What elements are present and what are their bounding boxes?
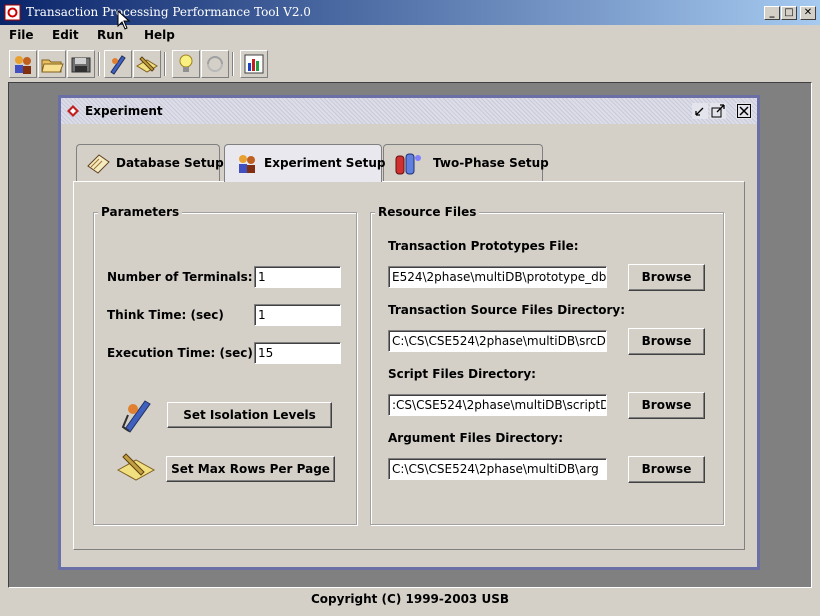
people-icon[interactable]	[9, 50, 37, 78]
experiment-frame-titlebar[interactable]	[61, 98, 757, 124]
open-folder-icon[interactable]	[38, 50, 66, 78]
browse-source-button[interactable]: Browse	[628, 328, 705, 355]
rows-pencil-icon[interactable]	[133, 50, 161, 78]
disabled-cycle-icon[interactable]	[201, 50, 229, 78]
close-button[interactable]: ✕	[800, 6, 816, 20]
menu-file[interactable]: File	[9, 28, 34, 42]
think-time-field[interactable]: 1	[254, 304, 341, 326]
script-dir-label: Script Files Directory:	[388, 367, 536, 381]
save-disk-icon[interactable]	[67, 50, 95, 78]
script-dir-field[interactable]: :CS\CSE524\2phase\multiDB\scriptDb2	[388, 394, 607, 416]
tab-experiment-setup-label: Experiment Setup	[264, 156, 386, 170]
toolbar-separator	[232, 52, 234, 76]
toolbar-separator	[98, 52, 100, 76]
menu-help[interactable]: Help	[144, 28, 175, 42]
window-title: Transaction Processing Performance Tool …	[26, 5, 311, 19]
browse-prototypes-button[interactable]: Browse	[628, 264, 705, 291]
prototypes-label: Transaction Prototypes File:	[388, 239, 579, 253]
experiment-people-icon	[233, 150, 259, 179]
tab-two-phase-setup[interactable]: Two-Phase Setup	[383, 144, 549, 181]
menu-edit[interactable]: Edit	[52, 28, 79, 42]
execution-time-field[interactable]: 15	[254, 342, 341, 364]
parameters-group-title: Parameters	[98, 205, 183, 219]
set-max-rows-button[interactable]: Set Max Rows Per Page	[166, 456, 335, 482]
experiment-frame-title: Experiment	[85, 104, 163, 118]
prototypes-field[interactable]: E524\2phase\multiDB\prototype_db2.txt	[388, 266, 607, 288]
tab-experiment-setup[interactable]: Experiment Setup	[224, 144, 386, 182]
two-phase-icon	[394, 150, 424, 181]
frame-diamond-icon	[67, 105, 79, 120]
isolation-pen-icon[interactable]	[104, 50, 132, 78]
tab-database-setup-label: Database Setup	[116, 156, 224, 170]
argument-dir-label: Argument Files Directory:	[388, 431, 564, 445]
menu-run[interactable]: Run	[97, 28, 123, 42]
browse-argument-button[interactable]: Browse	[628, 456, 705, 483]
source-dir-field[interactable]: C:\CS\CSE524\2phase\multiDB\srcDb2	[388, 330, 607, 352]
lightbulb-icon[interactable]	[172, 50, 200, 78]
maximize-button[interactable]: □	[781, 6, 797, 20]
status-bar-copyright: Copyright (C) 1999-2003 USB	[311, 592, 509, 606]
database-icon	[85, 150, 111, 179]
tab-database-setup[interactable]: Database Setup	[76, 144, 224, 181]
argument-dir-field[interactable]: C:\CS\CSE524\2phase\multiDB\arg	[388, 458, 607, 480]
terminals-label: Number of Terminals:	[107, 270, 253, 284]
execution-time-label: Execution Time: (sec)	[107, 346, 253, 360]
frame-maximize-icon[interactable]	[710, 103, 726, 119]
resource-files-group-title: Resource Files	[375, 205, 480, 219]
frame-close-icon[interactable]	[736, 103, 752, 119]
terminals-field[interactable]: 1	[254, 266, 341, 288]
isolation-pen-icon	[119, 395, 157, 438]
rows-pencil-icon	[116, 450, 156, 489]
frame-iconify-icon[interactable]	[692, 103, 708, 119]
toolbar-separator	[164, 52, 166, 76]
think-time-label: Think Time: (sec)	[107, 308, 224, 322]
minimize-button[interactable]: _	[764, 6, 780, 20]
app-icon[interactable]	[4, 4, 21, 21]
browse-script-button[interactable]: Browse	[628, 392, 705, 419]
tab-two-phase-setup-label: Two-Phase Setup	[433, 156, 549, 170]
set-isolation-levels-button[interactable]: Set Isolation Levels	[167, 402, 332, 428]
chart-report-icon[interactable]	[240, 50, 268, 78]
source-dir-label: Transaction Source Files Directory:	[388, 303, 626, 317]
